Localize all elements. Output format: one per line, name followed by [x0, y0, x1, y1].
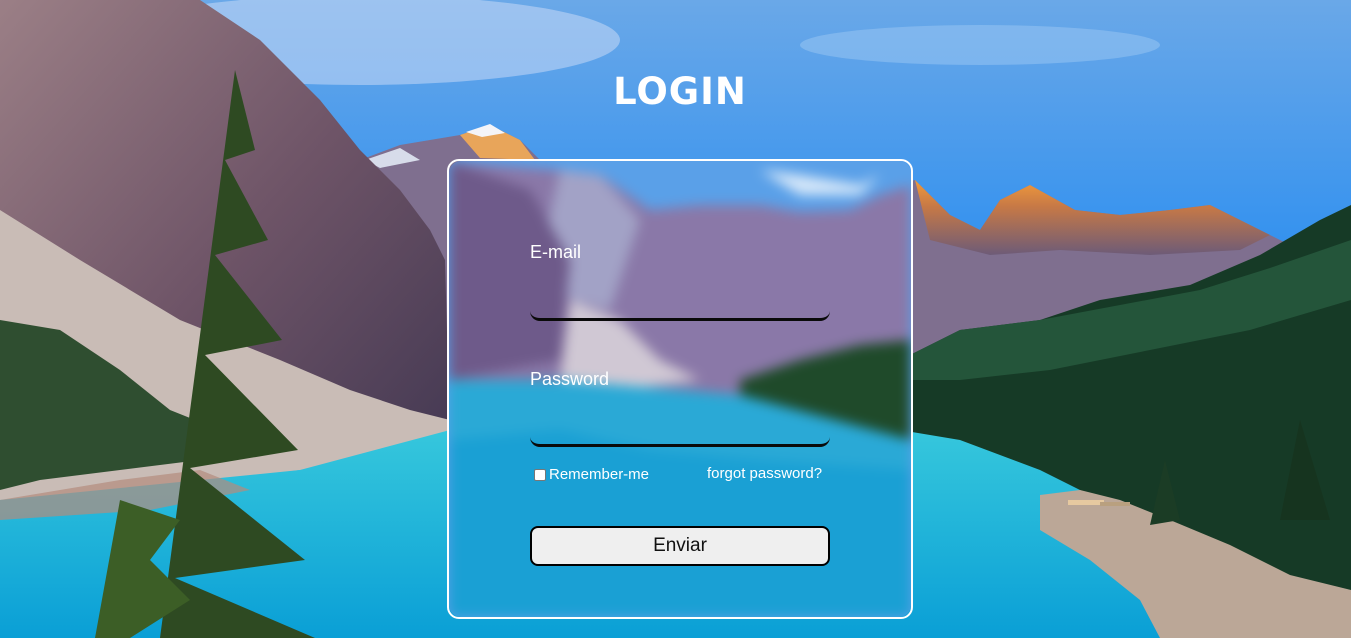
password-label: Password: [530, 369, 610, 389]
email-field[interactable]: [530, 285, 830, 321]
forgot-password-link[interactable]: forgot password?: [707, 465, 822, 482]
remember-me-checkbox[interactable]: [534, 468, 546, 481]
password-field[interactable]: [530, 411, 830, 447]
page-title: LOGIN: [613, 70, 747, 113]
login-page: LOGIN E-mail Password Remember-me forgot…: [0, 0, 1351, 638]
email-label: E-mail: [530, 242, 582, 262]
remember-me-label[interactable]: Remember-me: [549, 466, 649, 483]
remember-me-row[interactable]: Remember-me: [534, 466, 649, 483]
submit-button[interactable]: Enviar: [530, 526, 830, 566]
